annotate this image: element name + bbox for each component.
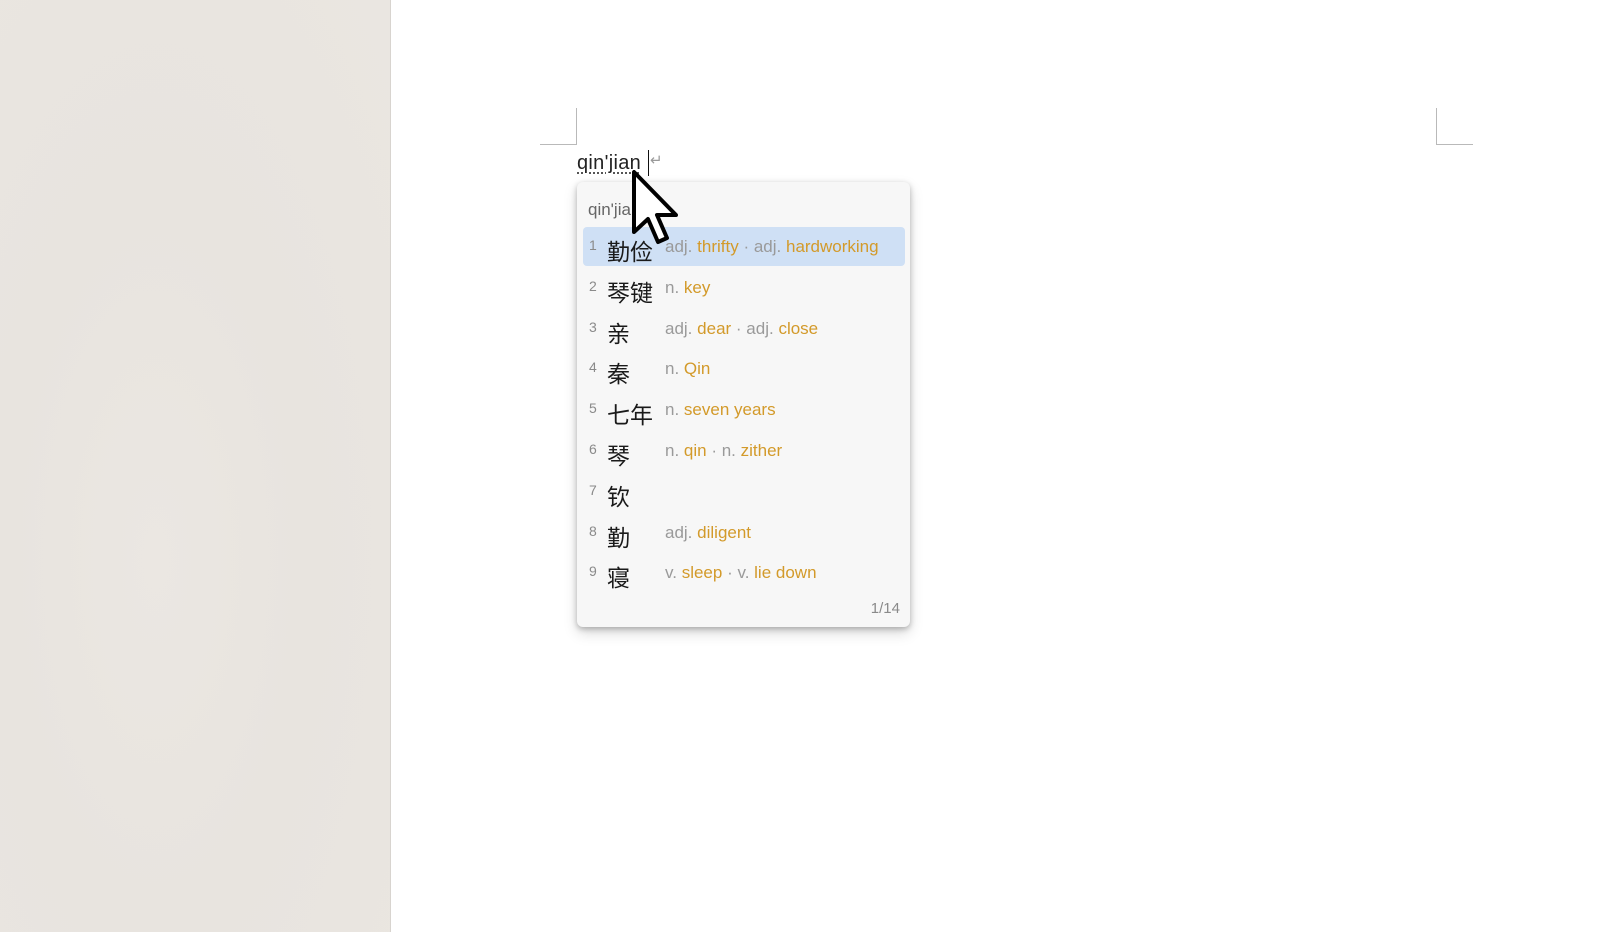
definition-separator: ·	[722, 563, 738, 583]
candidate-item[interactable]: 2 琴键 n. key	[583, 268, 905, 307]
candidate-definition: v. sleep · v. lie down	[665, 563, 817, 583]
candidate-definition: n. qin · n. zither	[665, 441, 782, 461]
part-of-speech: n.	[665, 400, 680, 420]
gloss-text: zither	[740, 441, 783, 460]
candidate-definition: n. Qin	[665, 359, 710, 379]
part-of-speech: adj.	[746, 318, 774, 338]
definition-separator: ·	[731, 318, 747, 338]
left-side-panel	[0, 0, 391, 932]
part-of-speech: adj.	[665, 318, 693, 338]
candidate-number: 9	[589, 563, 597, 580]
candidate-item[interactable]: 8 勤 adj. diligent	[583, 513, 905, 552]
candidate-number: 4	[589, 359, 597, 376]
paragraph-return-icon: ↵	[650, 152, 663, 169]
candidate-definition: n. seven years	[665, 400, 776, 420]
candidate-word: 琴键	[607, 280, 653, 307]
candidate-number: 2	[589, 277, 597, 294]
gloss-text: Qin	[683, 359, 711, 379]
gloss-text: seven years	[683, 400, 776, 420]
part-of-speech: n.	[721, 441, 736, 460]
candidate-number: 8	[589, 522, 597, 539]
part-of-speech: n.	[665, 359, 680, 379]
gloss-text: lie down	[754, 563, 817, 583]
gloss-text: close	[778, 318, 819, 338]
candidate-number: 1	[589, 237, 597, 253]
candidate-item[interactable]: 6 琴 n. qin · n. zither	[583, 431, 905, 470]
candidate-item[interactable]: 7钦	[583, 472, 905, 511]
top-right-margin-marker	[1436, 108, 1473, 145]
gloss-text: sleep	[681, 563, 723, 583]
gloss-text: dear	[697, 318, 732, 338]
candidate-word: 钦	[607, 484, 630, 511]
candidate-definition: adj. thrifty · adj. hardworking	[665, 237, 879, 257]
candidate-definition: adj. diligent	[665, 523, 751, 543]
candidate-definition: n. key	[665, 278, 710, 298]
candidate-word: 亲	[607, 321, 630, 348]
candidate-word: 琴	[607, 444, 630, 470]
definition-separator: ·	[738, 237, 754, 256]
gloss-text: hardworking	[785, 237, 879, 256]
part-of-speech: n.	[665, 277, 680, 297]
candidate-number: 7	[589, 481, 597, 498]
gloss-text: thrifty	[697, 237, 739, 256]
candidate-word: 七年	[607, 403, 653, 430]
candidate-word: 勤	[607, 525, 630, 552]
part-of-speech: v.	[737, 563, 750, 583]
ime-candidate-window: qin'jia 1 勤俭 adj. thrifty · adj. hardworki…	[577, 182, 910, 627]
candidate-word: 寝	[607, 566, 630, 593]
candidate-definition: adj. dear · adj. close	[665, 319, 818, 339]
part-of-speech: n.	[665, 441, 680, 460]
gloss-text: key	[683, 277, 711, 297]
part-of-speech: v.	[665, 563, 677, 583]
top-left-margin-marker	[540, 108, 577, 145]
candidate-item[interactable]: 3 亲 adj. dear · adj. close	[583, 309, 905, 348]
candidate-number: 3	[589, 318, 597, 335]
gloss-text: qin	[683, 441, 707, 460]
candidate-item[interactable]: 4 秦 n. Qin	[583, 349, 905, 388]
candidate-number: 5	[589, 400, 597, 417]
mouse-pointer-arrow-icon	[632, 170, 678, 244]
page-counter: 1/14	[870, 600, 900, 617]
candidate-word: 秦	[607, 362, 630, 389]
part-of-speech: adj.	[665, 522, 693, 542]
ime-composition-string: qin'jia	[588, 200, 631, 219]
candidate-number: 6	[589, 441, 597, 457]
gloss-text: diligent	[697, 522, 752, 542]
candidate-item[interactable]: 5 七年 n. seven years	[583, 390, 905, 429]
candidate-item[interactable]: 9 寝 v. sleep · v. lie down	[583, 553, 905, 592]
part-of-speech: adj.	[753, 237, 782, 256]
definition-separator: ·	[706, 441, 722, 460]
